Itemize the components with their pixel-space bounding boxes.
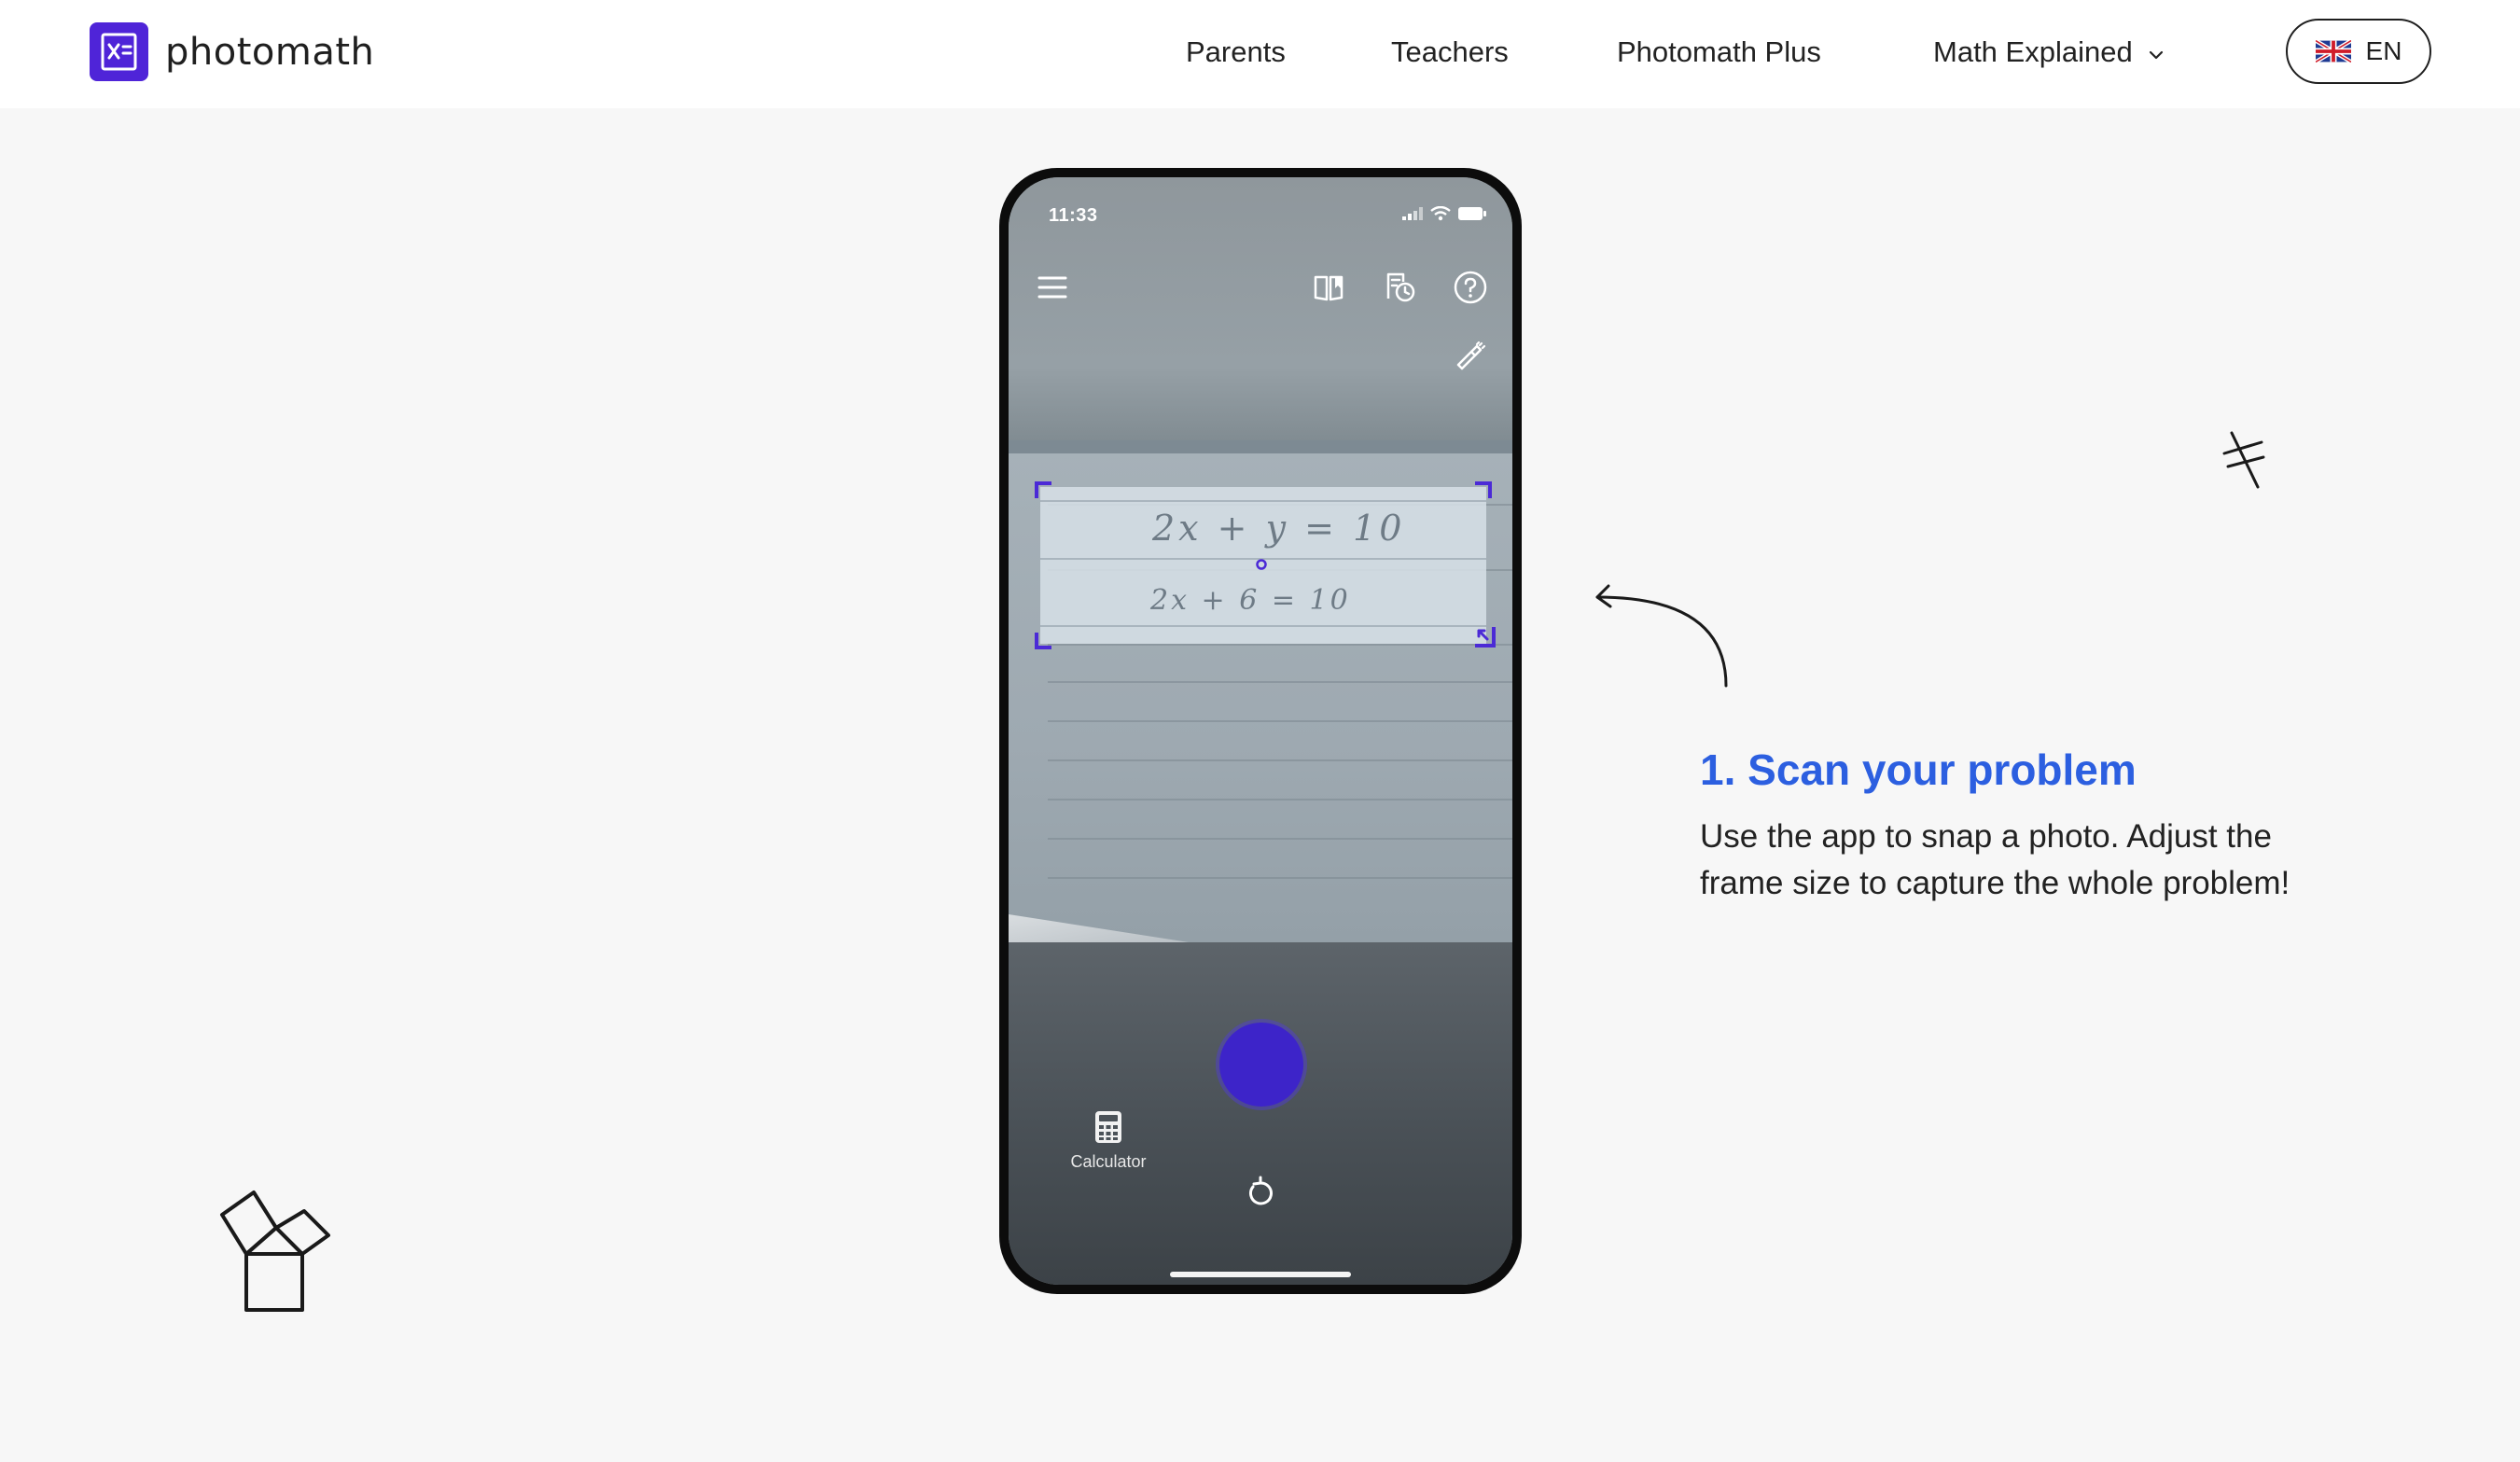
flashlight-icon[interactable]	[1452, 338, 1489, 375]
scan-frame[interactable]: 2x + y = 10 2x + 6 = 10	[1035, 481, 1496, 649]
arrow-doodle-icon	[1595, 584, 1728, 688]
step-title: 1. Scan your problem	[1700, 745, 2137, 794]
calculator-button[interactable]: Calculator	[1057, 1110, 1160, 1172]
menu-icon[interactable]	[1034, 269, 1071, 306]
math-symbol-doodle-icon	[2222, 431, 2265, 489]
nav-parents[interactable]: Parents	[1186, 35, 1286, 69]
logo-icon	[90, 22, 148, 81]
home-indicator	[1170, 1272, 1351, 1277]
nav-photomath-plus[interactable]: Photomath Plus	[1617, 35, 1821, 69]
language-label: EN	[2365, 36, 2402, 65]
logo-link[interactable]: photomath	[90, 22, 374, 81]
book-icon[interactable]	[1310, 269, 1347, 306]
chevron-down-icon	[2149, 50, 2163, 60]
pythagoras-doodle-icon	[220, 1190, 330, 1312]
handwritten-equation-1: 2x + y = 10	[1152, 508, 1406, 549]
logo-text: photomath	[165, 30, 375, 74]
wifi-icon	[1430, 206, 1451, 221]
phone-mockup: 11:33 2x + y = 10 2x + 6 = 10 Calculator	[999, 168, 1522, 1294]
status-icons	[1402, 206, 1486, 221]
calculator-icon	[1095, 1111, 1121, 1143]
battery-icon	[1458, 207, 1486, 220]
shutter-button[interactable]	[1219, 1023, 1303, 1107]
step-description: Use the app to snap a photo. Adjust the …	[1700, 818, 2290, 901]
calculator-label: Calculator	[1070, 1152, 1147, 1171]
history-icon[interactable]	[1381, 269, 1418, 306]
paper-edge	[1009, 440, 1512, 453]
frame-corner-top-left[interactable]	[1035, 481, 1051, 498]
site-header: photomath Parents Teachers Photomath Plu…	[0, 0, 2520, 108]
frame-corner-top-right[interactable]	[1475, 481, 1492, 498]
status-time: 11:33	[1049, 205, 1098, 226]
nav-math-explained-label: Math Explained	[1933, 35, 2133, 68]
nav-teachers[interactable]: Teachers	[1391, 35, 1509, 69]
handwritten-equation-2: 2x + 6 = 10	[1150, 584, 1351, 617]
signal-icon	[1402, 207, 1423, 220]
nav-math-explained[interactable]: Math Explained	[1933, 35, 2166, 69]
frame-resize-handle-icon[interactable]	[1471, 623, 1497, 649]
redo-icon[interactable]	[1242, 1174, 1279, 1211]
uk-flag-icon	[2315, 40, 2351, 63]
frame-corner-bottom-left[interactable]	[1035, 633, 1051, 649]
phone-screen: 11:33 2x + y = 10 2x + 6 = 10 Calculator	[1009, 177, 1512, 1285]
language-selector[interactable]: EN	[2286, 19, 2431, 84]
focus-point-icon	[1256, 559, 1267, 570]
help-icon[interactable]	[1452, 269, 1489, 306]
